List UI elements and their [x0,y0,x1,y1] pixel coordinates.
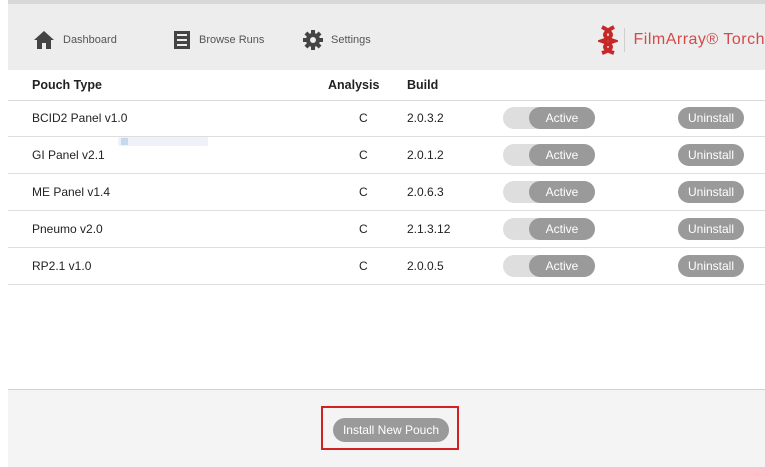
top-toolbar: Dashboard Browse Runs Settings FilmArray… [8,0,765,70]
active-toggle-label: Active [529,218,595,240]
table-row: BCID2 Panel v1.0 C 2.0.3.2 Active Uninst… [8,100,765,137]
nav-browse-runs[interactable]: Browse Runs [173,28,264,52]
build-cell: 2.1.3.12 [407,222,451,236]
brand-divider [624,28,626,52]
drag-ghost-icon [121,138,128,145]
dna-helix-logo-icon [598,25,619,55]
brand-name: FilmArray® Torch [633,31,765,48]
uninstall-button[interactable]: Uninstall [678,255,744,277]
active-toggle-label: Active [529,181,595,203]
pouch-type-cell: RP2.1 v1.0 [32,259,92,273]
table-header: Pouch Type Analysis Build [8,70,765,101]
install-new-pouch-button[interactable]: Install New Pouch [333,418,449,442]
analysis-cell: C [359,148,368,162]
uninstall-button[interactable]: Uninstall [678,218,744,240]
build-cell: 2.0.3.2 [407,111,444,125]
nav-browse-runs-label: Browse Runs [199,34,265,46]
uninstall-button[interactable]: Uninstall [678,144,744,166]
analysis-cell: C [359,259,368,273]
pouch-type-cell: Pneumo v2.0 [32,222,103,236]
nav-settings[interactable]: Settings [303,28,371,52]
header-build: Build [407,78,439,92]
active-toggle[interactable]: Active [503,218,595,240]
app-window: Dashboard Browse Runs Settings FilmArray… [8,0,765,467]
nav-settings-label: Settings [331,34,371,46]
list-icon [174,31,190,49]
active-toggle-label: Active [529,107,595,129]
uninstall-button[interactable]: Uninstall [678,181,744,203]
active-toggle[interactable]: Active [503,181,595,203]
active-toggle-label: Active [529,255,595,277]
drag-ghost-overlay [118,137,208,146]
brand-logo: FilmArray® Torch [598,24,765,56]
build-cell: 2.0.1.2 [407,148,444,162]
uninstall-button[interactable]: Uninstall [678,107,744,129]
home-icon [34,31,54,49]
gear-icon [303,30,323,50]
header-analysis: Analysis [328,78,380,92]
nav-dashboard-label: Dashboard [63,34,117,46]
table-row: ME Panel v1.4 C 2.0.6.3 Active Uninstall [8,174,765,211]
pouch-type-cell: BCID2 Panel v1.0 [32,111,128,125]
analysis-cell: C [359,185,368,199]
pouch-type-cell: GI Panel v2.1 [32,148,105,162]
active-toggle-label: Active [529,144,595,166]
analysis-cell: C [359,111,368,125]
nav-dashboard[interactable]: Dashboard [33,28,117,52]
build-cell: 2.0.0.5 [407,259,444,273]
active-toggle[interactable]: Active [503,255,595,277]
header-pouch-type: Pouch Type [32,78,102,92]
build-cell: 2.0.6.3 [407,185,444,199]
analysis-cell: C [359,222,368,236]
active-toggle[interactable]: Active [503,144,595,166]
pouch-type-cell: ME Panel v1.4 [32,185,111,199]
table-row: Pneumo v2.0 C 2.1.3.12 Active Uninstall [8,211,765,248]
table-row: RP2.1 v1.0 C 2.0.0.5 Active Uninstall [8,248,765,285]
active-toggle[interactable]: Active [503,107,595,129]
